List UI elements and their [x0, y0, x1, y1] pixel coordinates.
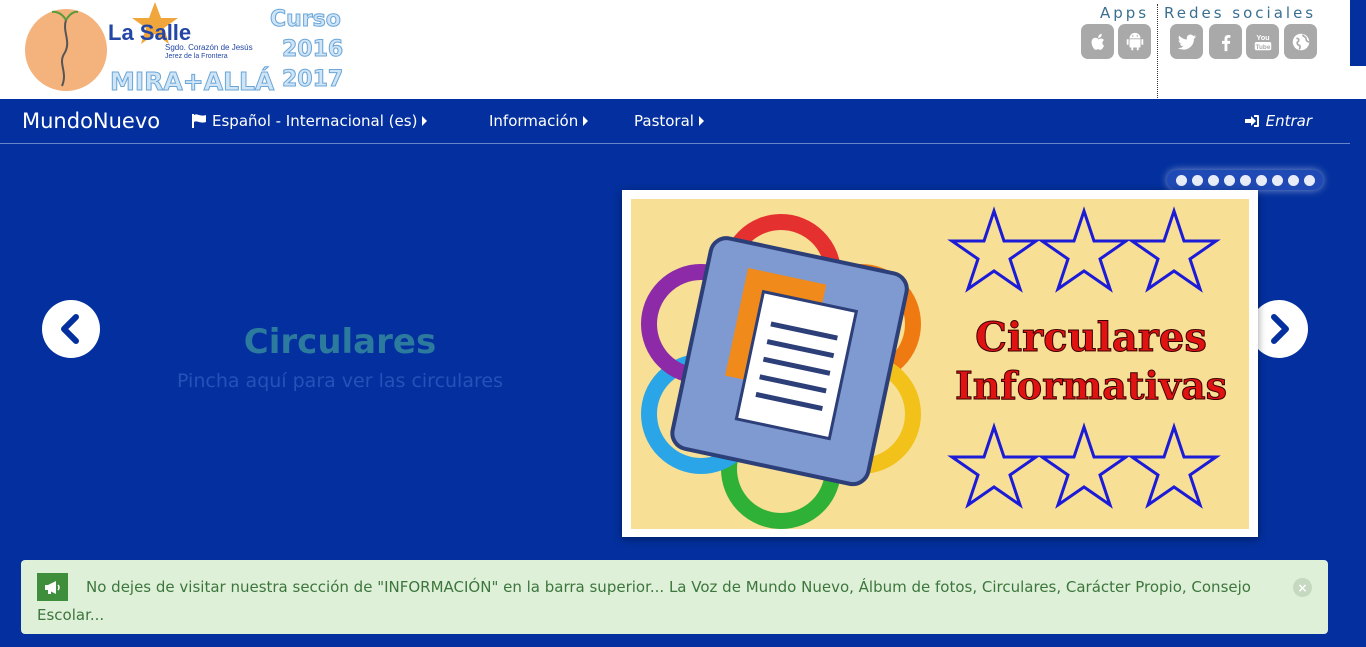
slider-pagination	[1167, 170, 1323, 190]
login-link[interactable]: Entrar	[1244, 112, 1312, 130]
slide-title[interactable]: Circulares	[130, 322, 550, 362]
slider-dot[interactable]	[1207, 174, 1219, 186]
slider-dot[interactable]	[1223, 174, 1235, 186]
logo-curso: Curso	[270, 7, 341, 32]
logo-school: Sgdo. Corazón de Jesús	[165, 43, 253, 52]
slider-dot[interactable]	[1255, 174, 1267, 186]
facebook-icon[interactable]	[1209, 24, 1242, 59]
apple-icon[interactable]	[1081, 24, 1114, 59]
caret-right-icon	[583, 116, 589, 126]
twitter-icon[interactable]	[1170, 24, 1203, 59]
logo-motto: MIRA+ALLÁ	[110, 67, 275, 96]
slider-dot[interactable]	[1303, 174, 1315, 186]
circulares-informativas-image: Circulares Informativas	[631, 199, 1249, 529]
alert-message: No dejes de visitar nuestra sección de "…	[37, 578, 1251, 624]
slide-subtitle[interactable]: Pincha aquí para ver las circulares	[130, 370, 550, 392]
site-brand-link[interactable]: MundoNuevo	[22, 109, 160, 133]
slider-dot[interactable]	[1175, 174, 1187, 186]
flag-icon	[192, 114, 206, 128]
globe-icon[interactable]	[1284, 24, 1317, 59]
social-label: Redes sociales	[1164, 4, 1317, 22]
apps-label: Apps	[1100, 4, 1150, 22]
scroll-strip	[1350, 0, 1366, 66]
image-text-line2: Informativas	[955, 363, 1227, 408]
logo-year2: 2017	[282, 67, 343, 92]
chevron-left-icon	[61, 314, 79, 344]
header-divider	[1157, 4, 1158, 98]
youtube-icon[interactable]: You Tube	[1246, 24, 1279, 59]
chevron-right-icon	[1271, 314, 1289, 344]
caret-right-icon	[422, 116, 428, 126]
slider-dot[interactable]	[1287, 174, 1299, 186]
info-alert: No dejes de visitar nuestra sección de "…	[21, 560, 1328, 634]
pastoral-menu[interactable]: Pastoral	[634, 112, 704, 130]
pastoral-label: Pastoral	[634, 112, 694, 130]
android-icon[interactable]	[1118, 24, 1151, 59]
slider-dot[interactable]	[1191, 174, 1203, 186]
sign-in-icon	[1244, 115, 1259, 127]
slide-image[interactable]: Circulares Informativas	[622, 190, 1258, 537]
informacion-label: Información	[489, 112, 579, 130]
slider-prev-button[interactable]	[42, 300, 100, 358]
logo-brand: La Salle	[108, 20, 191, 45]
scroll-strip-lower	[1350, 66, 1366, 99]
slider-dot[interactable]	[1239, 174, 1251, 186]
image-text-line1: Circulares	[975, 314, 1207, 361]
svg-text:Tube: Tube	[1255, 43, 1270, 50]
svg-text:You: You	[1256, 33, 1269, 42]
close-icon[interactable]: ×	[1293, 578, 1312, 597]
slider-dot[interactable]	[1271, 174, 1283, 186]
main-navbar: MundoNuevo Español - Internacional (es) …	[0, 99, 1350, 144]
logo-year1: 2016	[282, 37, 343, 62]
informacion-menu[interactable]: Información	[489, 112, 589, 130]
caret-right-icon	[698, 116, 704, 126]
slider-next-button[interactable]	[1250, 300, 1308, 358]
language-menu[interactable]: Español - Internacional (es)	[192, 112, 428, 130]
logo-city: Jerez de la Frontera	[165, 53, 228, 60]
language-label: Español - Internacional (es)	[212, 112, 418, 130]
login-label: Entrar	[1265, 112, 1312, 130]
school-logo[interactable]: La Salle Sgdo. Corazón de Jesús Jerez de…	[22, 2, 352, 97]
